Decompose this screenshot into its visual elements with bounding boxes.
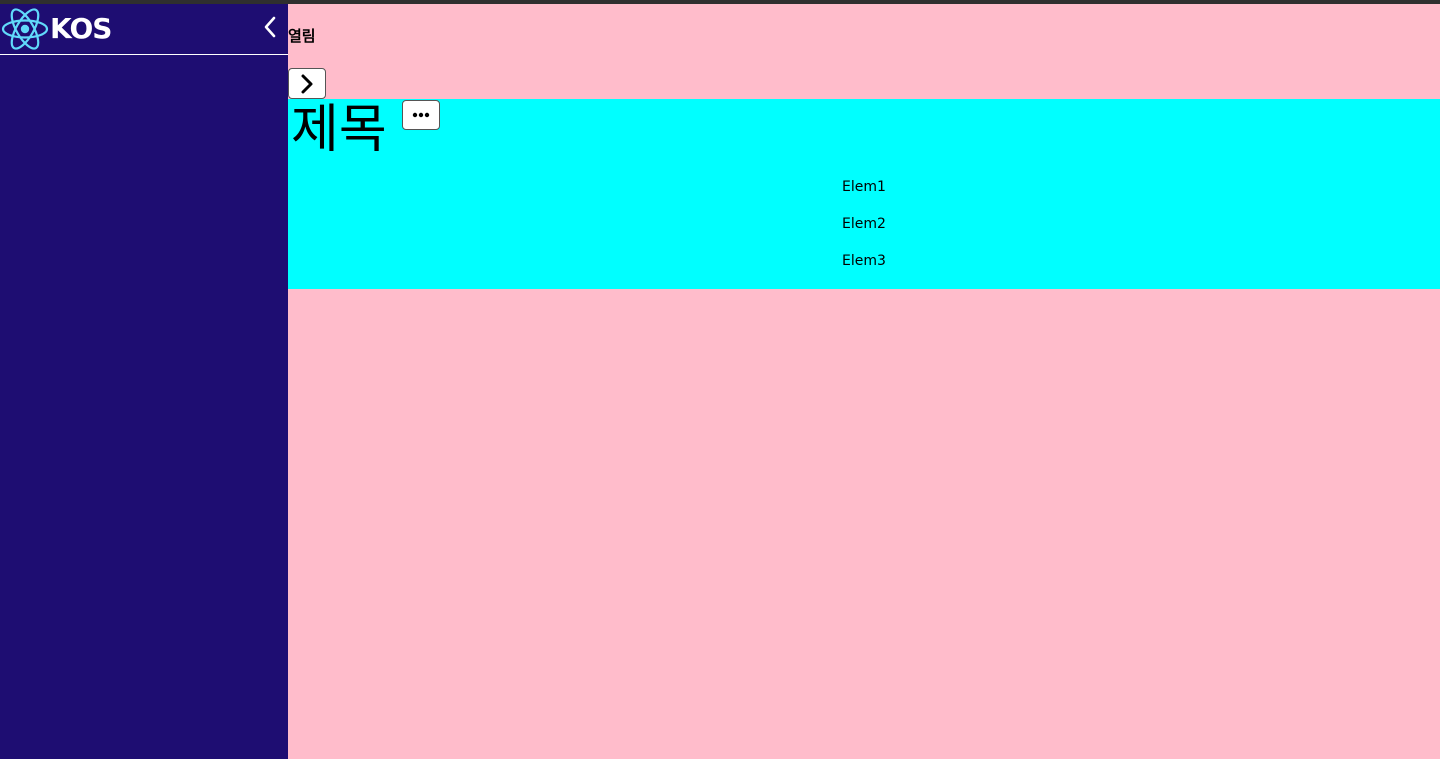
more-horizontal-icon [412, 112, 430, 118]
list-item: Elem2 [842, 216, 886, 232]
page-title: 제목 [291, 100, 387, 160]
brand-name: KOS [50, 12, 112, 45]
react-atom-icon [0, 5, 50, 53]
more-options-button[interactable] [402, 100, 440, 130]
chevron-right-icon [301, 74, 313, 93]
sidebar-header: KOS [0, 4, 288, 55]
content-panel: 제목 Elem1 Elem2 Elem3 [288, 99, 1440, 289]
list-item: Elem3 [842, 253, 886, 269]
sidebar: KOS [0, 4, 288, 759]
expand-button[interactable] [288, 68, 326, 99]
list-item: Elem1 [842, 179, 886, 195]
open-status-label: 열림 [288, 27, 316, 45]
chevron-left-icon [264, 16, 276, 38]
sidebar-collapse-button[interactable] [258, 14, 282, 40]
main-content: 열림 제목 Elem1 Elem2 Elem3 [288, 4, 1440, 759]
element-list: Elem1 Elem2 Elem3 [288, 177, 1440, 288]
